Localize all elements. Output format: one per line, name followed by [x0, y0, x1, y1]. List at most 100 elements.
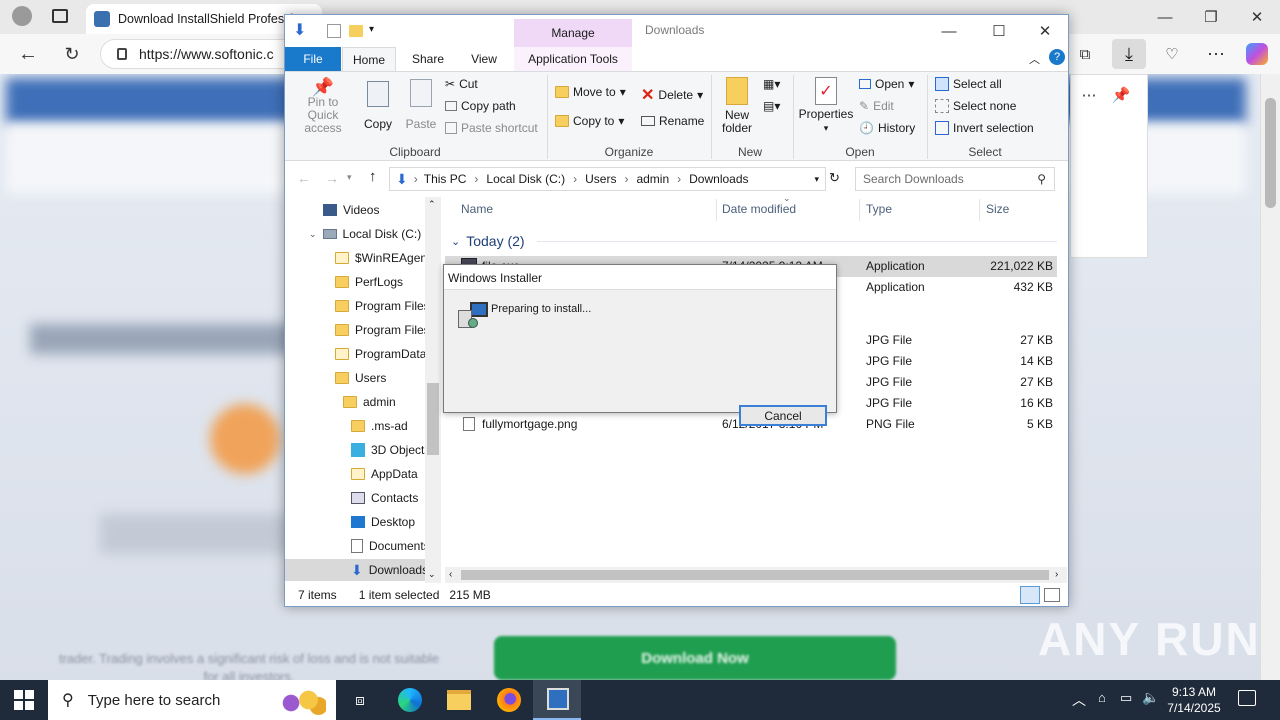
tree-item-videos[interactable]: Videos — [323, 199, 379, 221]
tree-item-appdata[interactable]: AppData — [351, 463, 418, 485]
collections-icon[interactable]: ⧉ — [1074, 42, 1096, 66]
page-download-button[interactable]: Download Now — [494, 636, 896, 680]
search-downloads-input[interactable]: Search Downloads ⚲ — [855, 167, 1055, 191]
help-icon[interactable]: ? — [1049, 49, 1065, 65]
explorer-minimize-button[interactable]: — — [935, 19, 963, 43]
tree-item-3d-objects[interactable]: 3D Objects — [351, 439, 430, 461]
scroll-left-icon[interactable]: ‹ — [449, 569, 452, 580]
ribbon-collapse-icon[interactable]: ︿ — [1029, 51, 1040, 67]
explorer-maximize-button[interactable]: ☐ — [985, 19, 1013, 43]
tree-item-users[interactable]: Users — [335, 367, 386, 389]
open-button[interactable]: Open ▾ — [859, 77, 914, 91]
up-button[interactable]: ↑ — [369, 168, 377, 185]
copy-path-button[interactable]: Copy path — [445, 99, 516, 113]
ethernet-icon[interactable]: ▭ — [1120, 690, 1132, 706]
firefox-icon[interactable] — [497, 688, 521, 712]
downloads-icon[interactable]: ⤓ — [1112, 39, 1146, 69]
rename-button[interactable]: Rename — [641, 114, 704, 128]
address-bar[interactable]: https://www.softonic.c — [100, 39, 305, 69]
volume-icon[interactable]: 🔈 — [1142, 689, 1159, 706]
tree-item-local-disk[interactable]: ⌄ Local Disk (C:) — [309, 223, 421, 245]
breadcrumb-downloads[interactable]: Downloads — [689, 172, 748, 186]
column-name[interactable]: Name — [461, 197, 493, 221]
breadcrumb-admin[interactable]: admin — [636, 172, 669, 186]
tree-item-downloads[interactable]: ⬇ Downloads — [285, 559, 428, 581]
pin-icon[interactable]: 📌 — [1110, 84, 1132, 106]
scroll-right-icon[interactable]: › — [1055, 569, 1058, 580]
tree-item-perflogs[interactable]: PerfLogs — [335, 271, 403, 293]
back-arrow-icon[interactable]: ← — [16, 42, 40, 66]
tab-actions-icon[interactable] — [52, 9, 68, 23]
refresh-icon[interactable]: ↻ — [60, 42, 84, 66]
profile-icon[interactable] — [12, 6, 32, 26]
tree-scroll-thumb[interactable] — [427, 383, 439, 455]
pin-quick-access-button[interactable]: 📌 Pin to Quick access — [291, 78, 355, 141]
tree-item-program-files[interactable]: Program Files — [335, 295, 430, 317]
notifications-icon[interactable] — [1238, 690, 1256, 706]
tree-item-admin[interactable]: admin — [343, 391, 396, 413]
select-all-button[interactable]: Select all — [935, 77, 1002, 91]
group-header-today[interactable]: ⌄ Today (2) — [451, 231, 1057, 251]
copilot-icon[interactable] — [1246, 43, 1268, 65]
forward-button[interactable]: → — [325, 170, 339, 186]
cancel-button[interactable]: Cancel — [739, 405, 827, 426]
tree-scroll-down-icon[interactable]: ⌄ — [428, 569, 436, 580]
breadcrumb-local-disk[interactable]: Local Disk (C:) — [486, 172, 565, 186]
tree-item-ms-ad[interactable]: .ms-ad — [351, 415, 408, 437]
address-breadcrumb[interactable]: ⬇ › This PC › Local Disk (C:) › Users › … — [389, 167, 826, 191]
paste-button[interactable]: Paste — [405, 79, 437, 131]
tree-item-desktop[interactable]: Desktop — [351, 511, 415, 533]
history-button[interactable]: 🕘 History — [859, 121, 915, 135]
recent-locations-icon[interactable]: ▾ — [347, 172, 352, 183]
address-dropdown-icon[interactable]: ▾ — [814, 174, 819, 185]
tab-file[interactable]: File — [285, 47, 341, 71]
file-explorer-taskbar-icon[interactable] — [447, 690, 471, 710]
taskbar-search-box[interactable]: ⚲ Type here to search — [48, 680, 336, 720]
breadcrumb-users[interactable]: Users — [585, 172, 616, 186]
edge-icon[interactable] — [398, 688, 422, 712]
move-to-button[interactable]: Move to ▾ — [555, 85, 626, 99]
browser-restore-button[interactable]: ❐ — [1196, 4, 1226, 30]
select-none-button[interactable]: Select none — [935, 99, 1016, 113]
new-folder-button[interactable]: New folder — [719, 77, 755, 135]
easy-access-icon[interactable]: ▤▾ — [763, 99, 780, 113]
edit-button[interactable]: ✎ Edit — [859, 99, 894, 113]
details-view-icon[interactable] — [1020, 586, 1040, 604]
taskbar-clock[interactable]: 9:13 AM 7/14/2025 — [1166, 684, 1222, 716]
copy-to-button[interactable]: Copy to ▾ — [555, 114, 624, 128]
task-view-icon[interactable]: ⧈ — [348, 688, 372, 712]
paste-shortcut-button[interactable]: Paste shortcut — [445, 121, 538, 135]
refresh-address-icon[interactable]: ↻ — [829, 170, 840, 186]
start-windows-icon[interactable] — [14, 690, 34, 710]
back-button[interactable]: ← — [297, 170, 311, 186]
settings-more-icon[interactable]: ⋯ — [1204, 42, 1228, 66]
explorer-close-button[interactable]: ✕ — [1031, 19, 1059, 43]
browser-essentials-icon[interactable]: ♡ — [1160, 42, 1184, 66]
browser-close-button[interactable]: ✕ — [1242, 4, 1272, 30]
qa-dropdown-icon[interactable]: ▾ — [369, 24, 374, 35]
tree-item-contacts[interactable]: Contacts — [351, 487, 418, 509]
more-options-icon[interactable]: ⋯ — [1078, 84, 1100, 106]
tree-item-winreagent[interactable]: $WinREAgent — [335, 247, 430, 269]
new-item-icon[interactable]: ▦▾ — [763, 77, 780, 91]
horizontal-scroll-thumb[interactable] — [461, 570, 1049, 580]
tab-share[interactable]: Share — [401, 47, 455, 71]
new-folder-qa-icon[interactable] — [349, 25, 363, 37]
invert-selection-button[interactable]: Invert selection — [935, 121, 1034, 135]
column-type[interactable]: Type — [866, 197, 892, 221]
page-scroll-thumb[interactable] — [1265, 98, 1276, 208]
tab-view[interactable]: View — [457, 47, 511, 71]
properties-button[interactable]: ✓ Properties ▾ — [799, 77, 853, 134]
show-hidden-icons[interactable]: ︿ — [1072, 690, 1086, 710]
browser-minimize-button[interactable]: — — [1150, 4, 1180, 30]
large-icons-view-icon[interactable] — [1044, 588, 1060, 602]
page-scrollbar[interactable] — [1260, 74, 1280, 680]
tree-item-documents[interactable]: Documents — [351, 535, 430, 557]
column-size[interactable]: Size — [986, 197, 1009, 221]
tree-item-program-files-x86[interactable]: Program Files — [335, 319, 430, 341]
copy-button[interactable]: Copy — [363, 81, 393, 131]
installer-taskbar-button[interactable] — [533, 680, 581, 720]
tab-home[interactable]: Home — [342, 47, 396, 71]
tree-scroll-up-icon[interactable]: ⌃ — [428, 199, 436, 210]
horizontal-scrollbar[interactable]: ‹ › — [445, 567, 1067, 583]
